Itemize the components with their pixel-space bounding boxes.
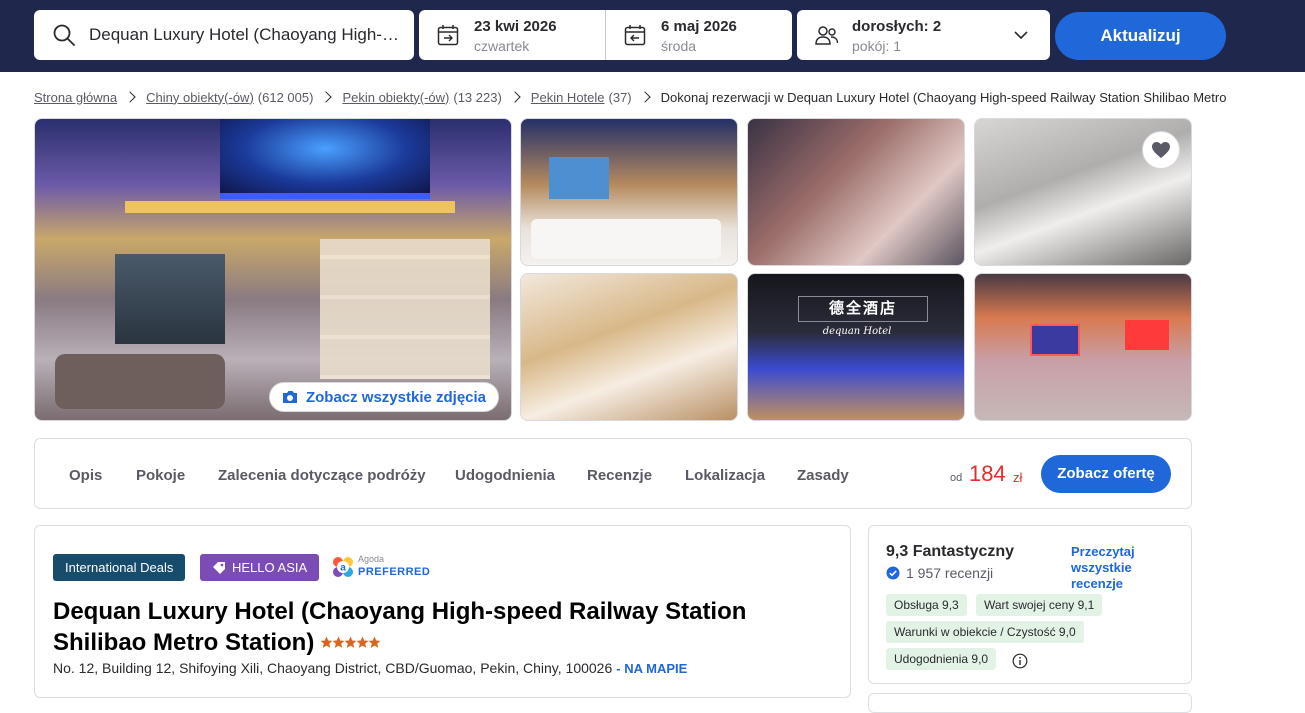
guests-adults-label: dorosłych: 2	[852, 18, 942, 35]
tab-travel-advice[interactable]: Zalecenia dotyczące podróży	[218, 467, 426, 484]
camera-icon	[282, 391, 297, 403]
photo-detail-shelf	[320, 239, 490, 379]
photo-detail-lights	[125, 201, 455, 213]
breadcrumb-city-count: (13 223)	[453, 89, 502, 105]
review-summary-card: 9,3 Fantastyczny 1 957 recenzji Przeczyt…	[868, 525, 1192, 684]
see-all-photos-button[interactable]: Zobacz wszystkie zdjęcia	[269, 382, 499, 412]
calendar-icon	[437, 25, 459, 46]
main-photo-lobby[interactable]: Zobacz wszystkie zdjęcia	[34, 118, 512, 421]
chevron-right-icon	[638, 91, 651, 103]
photo-buffet[interactable]	[974, 118, 1192, 266]
checkin-date-label: 23 kwi 2026	[474, 18, 557, 35]
photo-restaurant[interactable]	[747, 118, 965, 266]
hotel-address-row: No. 12, Building 12, Shifoying Xili, Cha…	[53, 660, 687, 676]
see-all-photos-label: Zobacz wszystkie zdjęcia	[305, 388, 487, 406]
section-tabs: Opis Pokoje Zalecenia dotyczące podróży …	[34, 438, 1192, 509]
photo-detail-tv	[1030, 324, 1080, 356]
breadcrumb-current: Dokonaj rezerwacji w Dequan Luxury Hotel…	[660, 89, 1227, 105]
destination-search-field[interactable]: Dequan Luxury Hotel (Chaoyang High-speed…	[34, 10, 414, 60]
score-chip-cleanliness: Warunki w obiekcie / Czystość 9,0	[886, 621, 1084, 643]
photo-detail-tv	[1125, 320, 1169, 350]
chevron-down-icon[interactable]	[1013, 27, 1029, 43]
checkout-day-label: środa	[661, 38, 697, 54]
review-count-row: 1 957 recenzji	[886, 565, 993, 581]
next-sidebar-card	[868, 693, 1192, 713]
hotel-sign: 德全酒店	[798, 296, 928, 322]
tab-description[interactable]: Opis	[69, 467, 102, 484]
star-rating	[320, 627, 381, 657]
hello-asia-label: HELLO ASIA	[232, 560, 308, 575]
photo-detail-sofa	[55, 354, 225, 409]
price-currency: zł	[1013, 470, 1023, 485]
tab-policies[interactable]: Zasady	[797, 467, 849, 484]
checkin-day-label: czwartek	[474, 38, 530, 54]
checkout-date[interactable]: 6 maj 2026 środa	[606, 10, 792, 60]
agoda-preferred-label: PREFERRED	[358, 566, 431, 578]
agoda-preferred-logo: a	[333, 557, 353, 577]
photo-detail-window	[115, 254, 225, 344]
hotel-address: No. 12, Building 12, Shifoying Xili, Cha…	[53, 660, 613, 676]
breadcrumb-city-hotels-count: (37)	[608, 89, 632, 105]
photo-detail-ceiling	[220, 119, 430, 199]
score-chip-value: Wart swojej ceny 9,1	[976, 594, 1103, 616]
star-icon	[368, 636, 381, 648]
favorite-button[interactable]	[1142, 131, 1180, 169]
tab-facilities[interactable]: Udogodnienia	[455, 467, 555, 484]
tab-reviews[interactable]: Recenzje	[587, 467, 652, 484]
see-offer-button[interactable]: Zobacz ofertę	[1041, 455, 1171, 493]
verified-icon	[886, 566, 900, 580]
guests-selector[interactable]: dorosłych: 2 pokój: 1	[797, 10, 1050, 60]
guests-icon	[815, 26, 839, 45]
agoda-small-label: Agoda	[358, 554, 385, 564]
checkout-date-label: 6 maj 2026	[661, 18, 737, 35]
read-all-reviews-link[interactable]: Przeczytaj wszystkie recenzje	[1071, 544, 1161, 592]
heart-icon	[1152, 142, 1170, 158]
checkin-date[interactable]: 23 kwi 2026 czwartek	[419, 10, 605, 60]
review-score: 9,3 Fantastyczny	[886, 543, 1015, 560]
price-value: 184	[969, 461, 1006, 486]
tag-icon	[213, 562, 225, 574]
breadcrumb-city-hotels[interactable]: Pekin Hotele	[531, 90, 605, 105]
guests-rooms-label: pokój: 1	[852, 38, 902, 54]
update-search-button[interactable]: Aktualizuj	[1055, 12, 1226, 60]
breadcrumb-country-count: (612 005)	[257, 89, 314, 105]
calendar-icon	[624, 25, 646, 46]
breadcrumb-country[interactable]: Chiny obiekty(-ów)	[146, 90, 254, 105]
international-deals-badge: International Deals	[53, 554, 186, 581]
photo-gallery: Zobacz wszystkie zdjęcia 德全酒店 dequan Hot…	[34, 118, 1192, 421]
review-count: 1 957 recenzji	[906, 565, 994, 581]
search-header: Dequan Luxury Hotel (Chaoyang High-speed…	[0, 0, 1305, 72]
hotel-info-card: International Deals HELLO ASIA a Agoda P…	[34, 525, 851, 698]
tab-location[interactable]: Lokalizacja	[685, 467, 765, 484]
score-chip-service: Obsługa 9,3	[886, 594, 967, 616]
price-from-label: od	[950, 472, 963, 484]
score-chip-facilities: Udogodnienia 9,0	[886, 648, 997, 670]
photo-duplex-room[interactable]	[520, 273, 738, 421]
hotel-name-text: Dequan Luxury Hotel (Chaoyang High-speed…	[53, 598, 747, 656]
photo-room-projector[interactable]	[520, 118, 738, 266]
hotel-sign-sub: dequan Hotel	[822, 326, 892, 337]
date-range-field[interactable]: 23 kwi 2026 czwartek 6 maj 2026 środa	[419, 10, 792, 60]
breadcrumb-home[interactable]: Strona główna	[34, 90, 117, 105]
breadcrumb: Strona główna Chiny obiekty(-ów) (612 00…	[34, 88, 1226, 106]
chevron-right-icon	[124, 91, 136, 103]
destination-value[interactable]: Dequan Luxury Hotel (Chaoyang High-speed…	[89, 25, 399, 45]
hello-asia-badge: HELLO ASIA	[200, 554, 320, 581]
search-icon	[53, 24, 75, 46]
chevron-right-icon	[320, 91, 333, 103]
breadcrumb-city[interactable]: Pekin obiekty(-ów)	[342, 90, 449, 105]
svg-text:a: a	[340, 563, 346, 574]
photo-detail-bed	[531, 219, 721, 259]
photo-detail-screen	[549, 157, 609, 199]
hotel-title: Dequan Luxury Hotel (Chaoyang High-speed…	[53, 597, 833, 658]
info-icon[interactable]	[1012, 653, 1028, 669]
tab-rooms[interactable]: Pokoje	[136, 467, 185, 484]
chevron-right-icon	[509, 91, 521, 103]
show-on-map-link[interactable]: - NA MAPIE	[616, 661, 687, 676]
photo-hotel-entrance[interactable]: 德全酒店 dequan Hotel	[747, 273, 965, 421]
photo-lounge[interactable]	[974, 273, 1192, 421]
